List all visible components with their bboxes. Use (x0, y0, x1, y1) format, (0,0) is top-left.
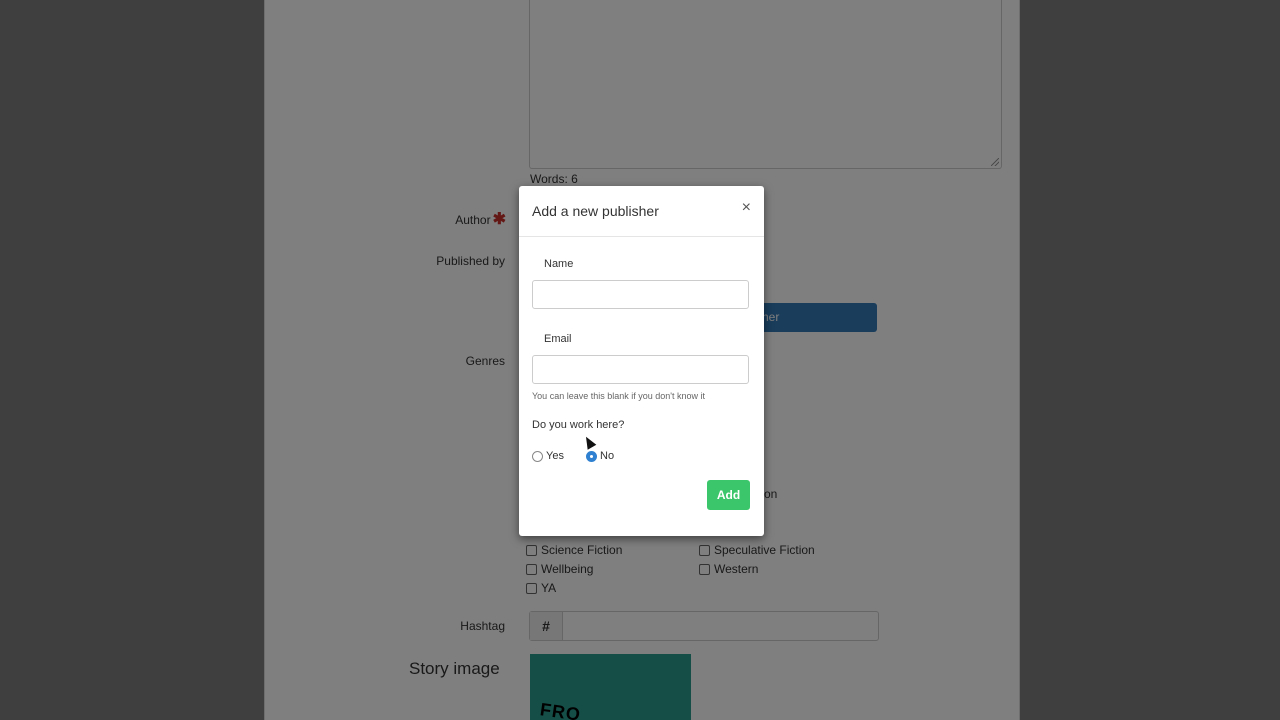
close-icon[interactable]: × (742, 199, 751, 217)
modal-title: Add a new publisher (532, 203, 659, 219)
name-input[interactable] (532, 280, 749, 309)
name-label: Name (544, 258, 574, 270)
radio-no-label: No (600, 450, 615, 462)
add-button[interactable]: Add (707, 480, 750, 510)
email-help-text: You can leave this blank if you don't kn… (532, 391, 705, 401)
email-label: Email (544, 333, 572, 345)
email-input[interactable] (532, 355, 749, 384)
radio-yes[interactable] (532, 450, 543, 462)
radio-yes-option[interactable]: Yes (532, 450, 564, 462)
radio-yes-label: Yes (546, 450, 564, 462)
radio-no-option[interactable]: No (586, 450, 614, 462)
work-here-question: Do you work here? (532, 419, 625, 431)
radio-no[interactable] (586, 450, 597, 462)
add-publisher-modal: Add a new publisher × Name Email You can… (519, 186, 764, 536)
modal-header: Add a new publisher × (519, 186, 764, 237)
